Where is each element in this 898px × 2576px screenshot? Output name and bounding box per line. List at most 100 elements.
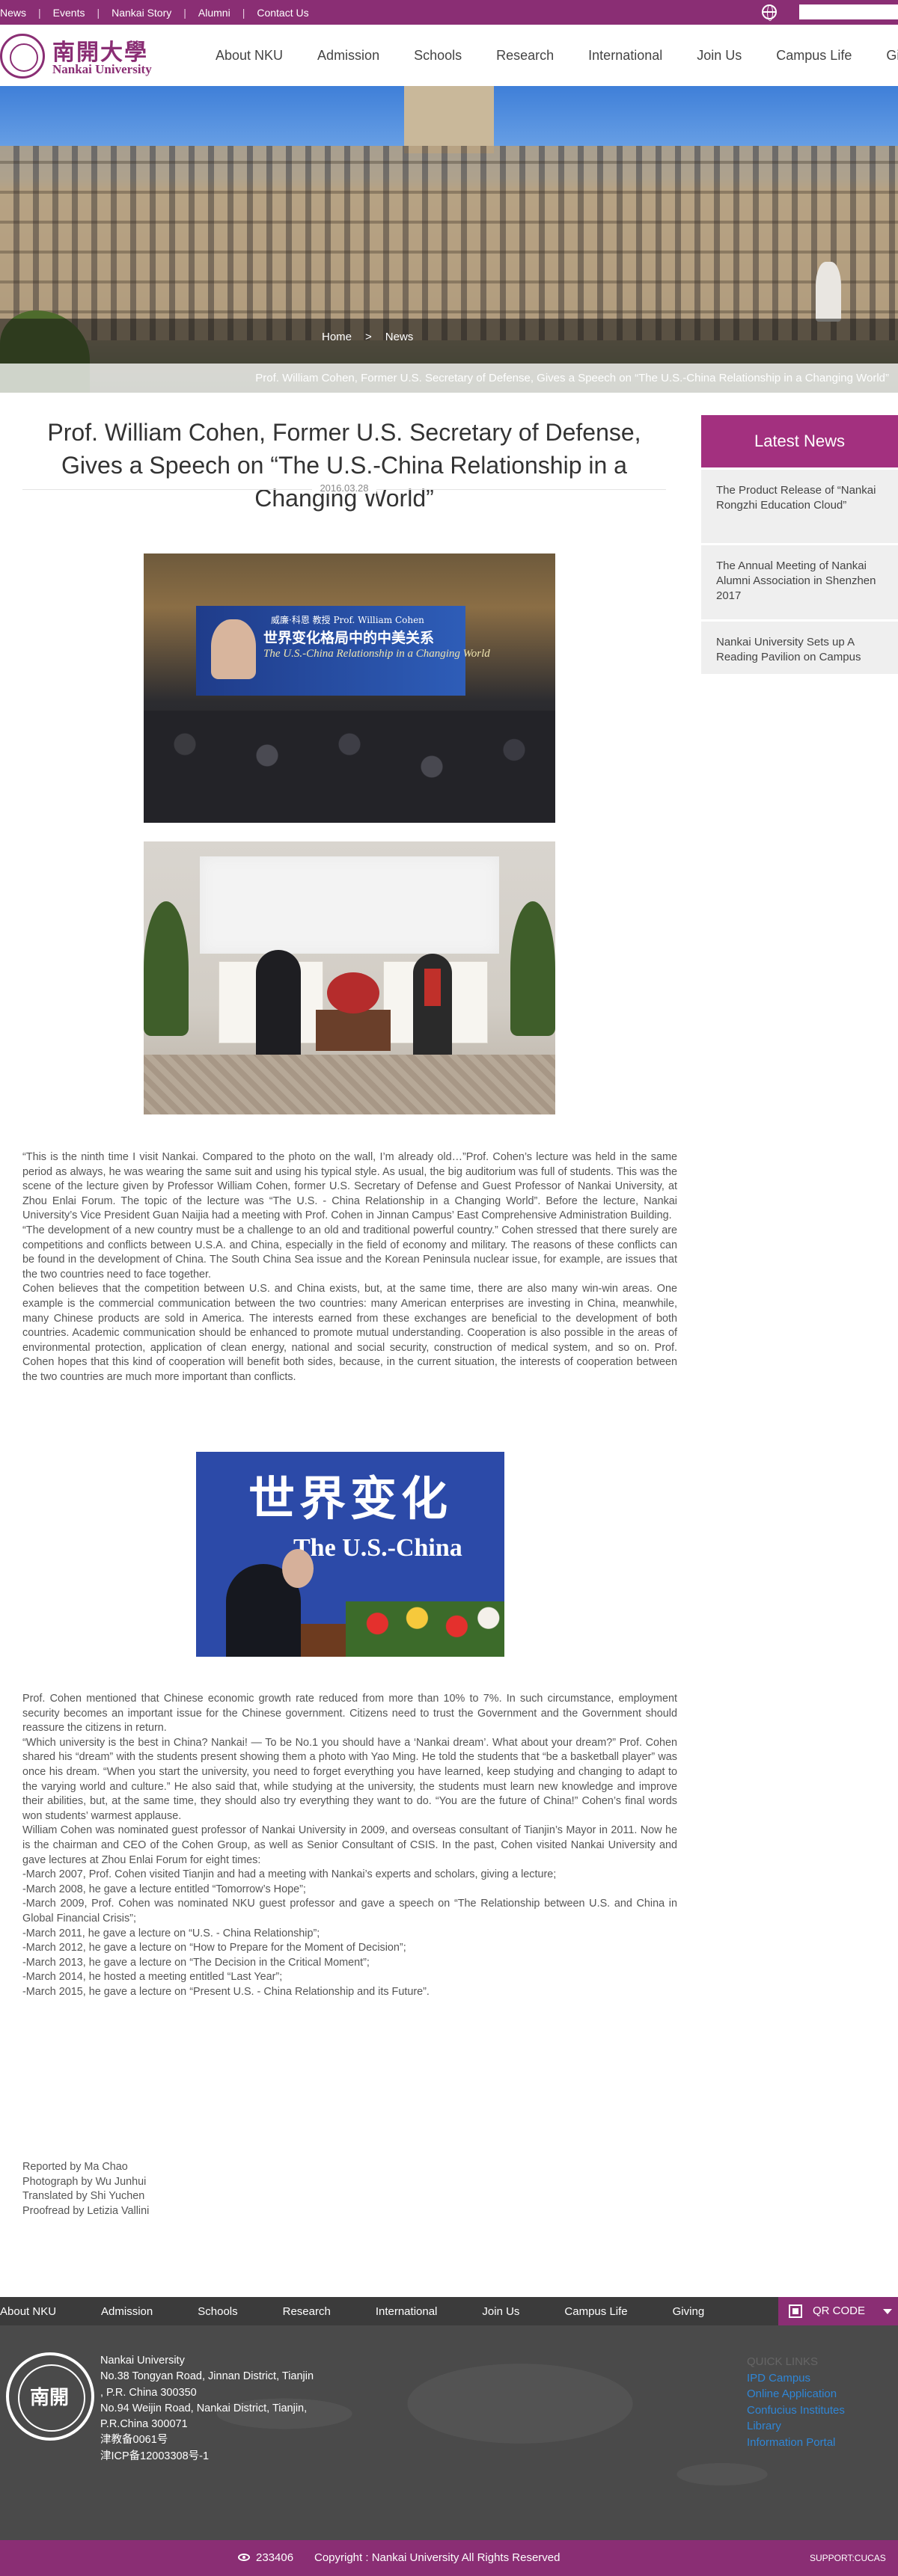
quick-link-confucius-institutes[interactable]: Confucius Institutes: [747, 2402, 845, 2419]
paragraph: William Cohen was nominated guest profes…: [22, 1824, 677, 1866]
footer-nav: About NKU Admission Schools Research Int…: [0, 2297, 898, 2325]
quick-link-library[interactable]: Library: [747, 2418, 845, 2435]
emblem-text: 南開: [30, 2387, 70, 2409]
footer-nav-admission[interactable]: Admission: [101, 2305, 153, 2318]
quick-link-online-application[interactable]: Online Application: [747, 2386, 845, 2402]
qr-code-icon: [789, 2304, 802, 2318]
breadcrumb-separator: >: [365, 331, 372, 343]
paragraph: Cohen believes that the competition betw…: [22, 1283, 677, 1383]
article-credits: Reported by Ma Chao Photograph by Wu Jun…: [22, 2160, 149, 2218]
article-body-part-1: “This is the ninth time I visit Nankai. …: [22, 1150, 677, 1385]
top-utility-bar: News | Events | Nankai Story | Alumni | …: [0, 0, 898, 25]
icp-number[interactable]: 津ICP备12003308号-1: [100, 2449, 314, 2465]
separator: |: [242, 6, 245, 19]
copyright-text: Copyright : Nankai University All Rights…: [314, 2551, 561, 2564]
red-scarf: [424, 969, 441, 1006]
statue: [816, 262, 841, 322]
paragraph: “The development of a new country must b…: [22, 1224, 677, 1281]
credit-proofreader: Proofread by Letizia Vallini: [22, 2204, 150, 2217]
timeline-item: -March 2015, he gave a lecture on “Prese…: [22, 1985, 430, 1998]
separator: |: [97, 6, 100, 19]
footer-nav-research[interactable]: Research: [283, 2305, 331, 2318]
address-line: P.R.China 300071: [100, 2418, 188, 2431]
flower-arrangement: [327, 972, 379, 1013]
breadcrumb-news[interactable]: News: [385, 331, 414, 343]
footer-address: Nankai University No.38 Tongyan Road, Ji…: [100, 2353, 314, 2465]
credit-reporter: Reported by Ma Chao: [22, 2161, 128, 2173]
credit-photographer: Photograph by Wu Junhui: [22, 2175, 147, 2188]
speaker-on-stage-photo: 世界变化 The U.S.-China: [196, 1452, 504, 1657]
latest-news-item[interactable]: The Annual Meeting of Nankai Alumni Asso…: [701, 545, 898, 619]
nav-research[interactable]: Research: [496, 48, 554, 64]
nav-international[interactable]: International: [588, 48, 662, 64]
chevron-down-icon: [883, 2309, 892, 2314]
footer-nav-schools[interactable]: Schools: [198, 2305, 237, 2318]
top-link-news[interactable]: News: [0, 7, 26, 19]
address-line: No.94 Weijin Road, Nankai District, Tian…: [100, 2402, 308, 2414]
nav-join-us[interactable]: Join Us: [697, 48, 742, 64]
building-floors: [0, 146, 898, 340]
latest-news-item[interactable]: Nankai University Sets up A Reading Pavi…: [701, 622, 898, 674]
backdrop-english: The U.S.-China: [293, 1534, 462, 1562]
quick-link-ipd-campus[interactable]: IPD Campus: [747, 2370, 845, 2387]
footer-nav-about-nku[interactable]: About NKU: [0, 2305, 56, 2318]
eye-icon: [238, 2554, 250, 2561]
speaker-portrait: [211, 619, 256, 679]
rug: [144, 1055, 555, 1114]
footer-nav-items: About NKU Admission Schools Research Int…: [0, 2297, 749, 2325]
timeline-item: -March 2011, he gave a lecture on “U.S. …: [22, 1927, 320, 1939]
quick-link-information-portal[interactable]: Information Portal: [747, 2435, 845, 2451]
logo-english-name: Nankai University: [52, 62, 152, 76]
nav-admission[interactable]: Admission: [317, 48, 379, 64]
screen-caption-chinese: 世界变化格局中的中美关系: [263, 630, 435, 646]
nav-campus-life[interactable]: Campus Life: [776, 48, 852, 64]
flowers: [346, 1601, 504, 1657]
hero-faded-title: Prof. William Cohen, Former U.S. Secreta…: [0, 364, 898, 393]
separator: |: [38, 6, 41, 19]
timeline-item: -March 2014, he hosted a meeting entitle…: [22, 1971, 283, 1984]
top-link-contact-us[interactable]: Contact Us: [257, 7, 308, 19]
registration-number: 津教备0061号: [100, 2434, 168, 2447]
audience: [144, 711, 555, 823]
article-title: Prof. William Cohen, Former U.S. Secreta…: [47, 419, 641, 512]
nav-giving[interactable]: Giving: [886, 48, 898, 64]
visit-counter: 233406: [256, 2551, 294, 2564]
top-link-nankai-story[interactable]: Nankai Story: [112, 7, 171, 19]
plant-left: [144, 901, 189, 1036]
timeline-item: -March 2013, he gave a lecture on “The D…: [22, 1956, 370, 1969]
paragraph: “This is the ninth time I visit Nankai. …: [22, 1151, 677, 1222]
timeline-item: -March 2007, Prof. Cohen visited Tianjin…: [22, 1868, 557, 1881]
nav-schools[interactable]: Schools: [414, 48, 462, 64]
building-tower: [404, 86, 494, 153]
latest-news-heading: Latest News: [701, 415, 898, 467]
breadcrumb-band: [0, 319, 898, 364]
backdrop-chinese: 世界变化: [248, 1471, 453, 1526]
footer-nav-international[interactable]: International: [376, 2305, 438, 2318]
latest-news-item[interactable]: The Product Release of “Nankai Rongzhi E…: [701, 470, 898, 543]
quick-links: QUICK LINKS IPD Campus Online Applicatio…: [747, 2354, 845, 2450]
timeline-item: -March 2009, Prof. Cohen was nominated N…: [22, 1898, 677, 1925]
address-line: , P.R. China 300350: [100, 2386, 197, 2399]
qr-code-button[interactable]: QR CODE: [778, 2297, 898, 2325]
search-input[interactable]: [799, 4, 898, 19]
address-line: Nankai University: [100, 2355, 185, 2367]
support-credit[interactable]: SUPPORT:CUCAS: [810, 2553, 886, 2563]
breadcrumb-home[interactable]: Home: [322, 331, 352, 343]
paragraph: “Which university is the best in China? …: [22, 1736, 677, 1822]
globe-icon[interactable]: [762, 4, 777, 21]
footer-nav-campus-life[interactable]: Campus Life: [564, 2305, 627, 2318]
top-link-alumni[interactable]: Alumni: [198, 7, 230, 19]
seal-icon: [0, 34, 45, 79]
nav-about-nku[interactable]: About NKU: [216, 48, 283, 64]
wall-screen: [200, 856, 499, 954]
screen-caption-small: 威廉·科恩 教授 Prof. William Cohen: [271, 615, 424, 625]
university-logo[interactable]: 南開大學 Nankai University: [0, 34, 165, 79]
separator: |: [183, 6, 186, 19]
timeline-item: -March 2012, he gave a lecture on “How t…: [22, 1942, 406, 1954]
top-link-events[interactable]: Events: [53, 7, 85, 19]
footer-nav-giving[interactable]: Giving: [673, 2305, 705, 2318]
top-links: News | Events | Nankai Story | Alumni | …: [0, 0, 309, 25]
address-line: No.38 Tongyan Road, Jinnan District, Tia…: [100, 2370, 314, 2383]
timeline-item: -March 2008, he gave a lecture entitled …: [22, 1883, 306, 1895]
footer-nav-join-us[interactable]: Join Us: [482, 2305, 519, 2318]
